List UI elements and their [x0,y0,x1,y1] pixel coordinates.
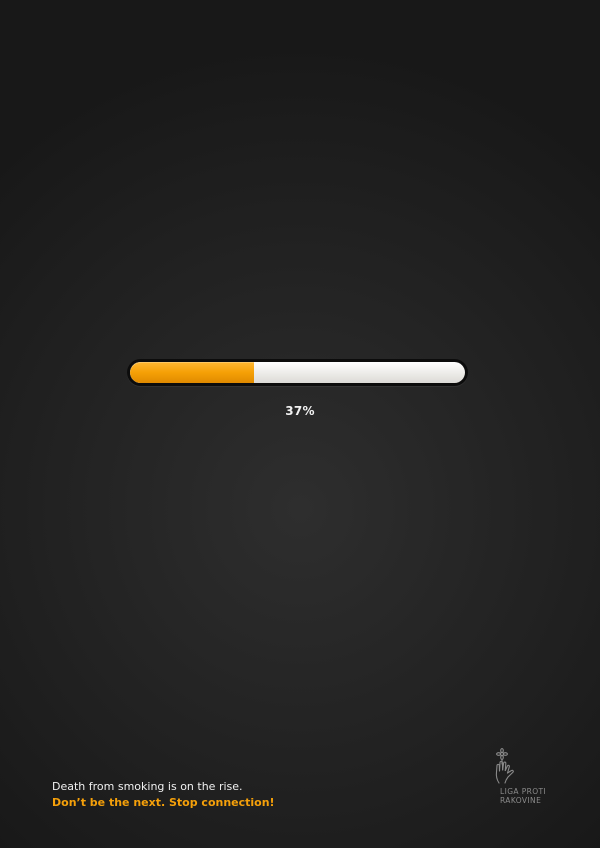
poster: { "progress": { "value_percent": 37, "la… [0,0,600,848]
logo-text-line-1: LIGA PROTI [500,787,547,796]
caption-line-2: Don’t be the next. Stop connection! [52,796,275,809]
liga-proti-rakovine-logo: LIGA PROTI RAKOVINE [493,747,553,809]
progress-track [130,362,465,383]
caption-line-1: Death from smoking is on the rise. [52,780,243,793]
hand-flower-icon [495,748,514,784]
logo-text: LIGA PROTI RAKOVINE [500,787,546,805]
progress-bar [127,359,468,386]
logo-text-line-2: RAKOVINE [500,796,542,805]
progress-fill [130,362,254,383]
progress-percent-label: 37% [285,404,315,418]
caption: Death from smoking is on the rise. Don’t… [52,779,275,811]
